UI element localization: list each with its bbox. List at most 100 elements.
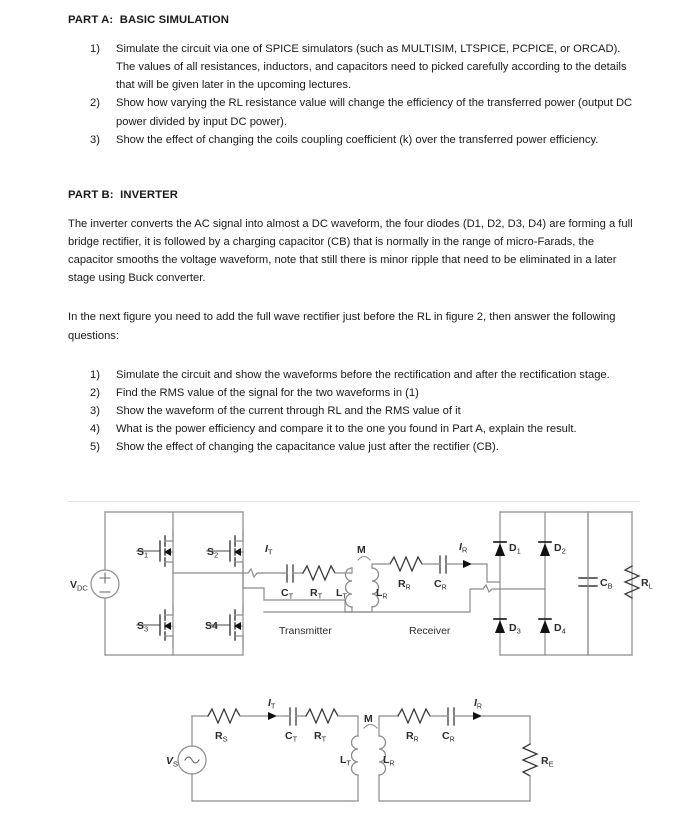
list-item-text: What is the power efficiency and compare… xyxy=(116,423,577,436)
label-ir-bottom: IR xyxy=(474,697,482,711)
capacitor-cb-symbol xyxy=(578,577,598,587)
resistor-rr-symbol xyxy=(389,555,423,573)
label-rs: RS xyxy=(215,730,228,744)
document-page: PART A: BASIC SIMULATION 1) Simulate the… xyxy=(0,0,677,823)
list-item: 2) Find the RMS value of the signal for … xyxy=(68,384,638,402)
part-b-heading: PART B: INVERTER xyxy=(68,188,179,201)
label-ct-bottom: CT xyxy=(285,730,298,744)
list-item-number: 2) xyxy=(90,97,100,110)
label-cr-bottom: CR xyxy=(442,730,455,744)
list-item-text: Simulate the circuit via one of SPICE si… xyxy=(116,43,627,92)
horizontal-divider xyxy=(68,501,640,502)
label-lt-bottom: LT xyxy=(340,754,351,768)
document-text-body: PART A: BASIC SIMULATION 1) Simulate the… xyxy=(68,14,638,466)
label-transmitter: Transmitter xyxy=(279,625,332,637)
list-item-number: 4) xyxy=(90,423,100,436)
list-item-text: Show the effect of changing the coils co… xyxy=(116,133,599,146)
label-rt-bottom: RT xyxy=(314,730,327,744)
inductor-lr-symbol-bottom xyxy=(378,735,387,776)
label-lt: LT xyxy=(336,587,347,601)
part-b-leadin-paragraph: In the next figure you need to add the f… xyxy=(68,311,616,342)
resistor-re-symbol xyxy=(521,743,539,777)
current-ir-arrow-bottom xyxy=(473,712,482,720)
bridge-output-lower-return xyxy=(242,587,346,601)
inductor-lt-symbol xyxy=(344,567,353,608)
resistor-rr-symbol-bottom xyxy=(397,707,431,725)
list-item: 1) Simulate the circuit and show the wav… xyxy=(68,366,638,384)
list-item: 5) Show the effect of changing the capac… xyxy=(68,438,638,456)
label-lr-bottom: LR xyxy=(383,754,394,768)
list-item-number: 5) xyxy=(90,441,100,454)
label-lr: LR xyxy=(376,587,387,601)
label-cr: CR xyxy=(434,578,447,592)
label-ir: IR xyxy=(459,541,468,555)
part-a-heading: PART A: BASIC SIMULATION xyxy=(68,14,230,26)
capacitor-cr-symbol-bottom xyxy=(447,707,455,726)
label-rr: RR xyxy=(398,578,411,592)
list-item-number: 2) xyxy=(90,386,100,399)
inductor-lr-symbol xyxy=(371,567,380,608)
list-item-number: 1) xyxy=(90,368,100,381)
label-m-coupling: M xyxy=(357,544,366,556)
rx-to-rect-upper xyxy=(471,563,501,583)
resistor-rt-symbol-bottom xyxy=(305,707,339,725)
label-it: IT xyxy=(265,543,273,557)
bridge-output-jog-upper xyxy=(242,567,263,579)
resistor-rs-symbol xyxy=(207,707,241,725)
label-m-coupling-bottom: M xyxy=(364,713,373,725)
label-d3: D3 xyxy=(509,622,521,636)
tx-coil-return xyxy=(263,606,353,613)
vdc-source-icon xyxy=(90,569,120,599)
part-a-question-list: 1) Simulate the circuit via one of SPICE… xyxy=(68,40,638,149)
mosfet-s3-symbol xyxy=(136,603,174,648)
label-re: RE xyxy=(541,755,554,769)
diode-d4-symbol xyxy=(538,618,552,633)
resistor-rl-symbol xyxy=(623,565,641,599)
label-d1: D1 xyxy=(509,542,521,556)
part-b-intro-paragraph: The inverter converts the AC signal into… xyxy=(68,217,633,285)
part-b-question-list: 1) Simulate the circuit and show the wav… xyxy=(68,366,638,457)
label-ct: CT xyxy=(281,587,294,601)
inductor-lt-symbol-bottom xyxy=(350,735,359,776)
current-ir-arrow xyxy=(463,560,472,568)
capacitor-ct-symbol xyxy=(286,564,294,583)
diode-d1-symbol xyxy=(493,541,507,556)
list-item-number: 3) xyxy=(90,404,100,417)
list-item: 4) What is the power efficiency and comp… xyxy=(68,420,638,438)
label-s1: S1 xyxy=(137,546,148,560)
mosfet-s1-symbol xyxy=(136,529,174,574)
mosfet-s2-symbol xyxy=(206,529,244,574)
list-item-number: 3) xyxy=(90,133,100,146)
label-cb: CB xyxy=(600,577,613,591)
label-s4: S4 xyxy=(205,620,218,632)
mutual-coupling-marker xyxy=(357,555,371,561)
label-rt: RT xyxy=(310,587,323,601)
rx-to-rect-lower xyxy=(344,583,546,613)
label-it-bottom: IT xyxy=(268,697,276,711)
label-receiver: Receiver xyxy=(409,625,451,637)
capacitor-ct-symbol-bottom xyxy=(289,707,297,726)
list-item-text: Show the waveform of the current through… xyxy=(116,404,461,417)
mosfet-s4-symbol xyxy=(206,603,244,648)
diode-d3-symbol xyxy=(493,618,507,633)
list-item-text: Simulate the circuit and show the wavefo… xyxy=(116,368,610,381)
list-item-text: Find the RMS value of the signal for the… xyxy=(116,386,419,399)
current-it-arrow-bottom xyxy=(268,712,277,720)
label-rl: RL xyxy=(641,577,653,591)
list-item: 1) Simulate the circuit via one of SPICE… xyxy=(68,40,638,94)
label-vs: VS xyxy=(166,755,178,769)
mutual-coupling-marker-bottom xyxy=(363,723,378,729)
list-item: 3) Show the waveform of the current thro… xyxy=(68,402,638,420)
label-rr-bottom: RR xyxy=(406,730,419,744)
list-item-text: Show how varying the RL resistance value… xyxy=(116,97,633,128)
label-vdc: VDC xyxy=(70,579,88,593)
diode-d2-symbol xyxy=(538,541,552,556)
label-d2: D2 xyxy=(554,542,566,556)
label-d4: D4 xyxy=(554,622,566,636)
label-s2: S2 xyxy=(207,546,218,560)
resistor-rt-symbol xyxy=(302,564,336,582)
list-item-number: 1) xyxy=(90,43,100,55)
